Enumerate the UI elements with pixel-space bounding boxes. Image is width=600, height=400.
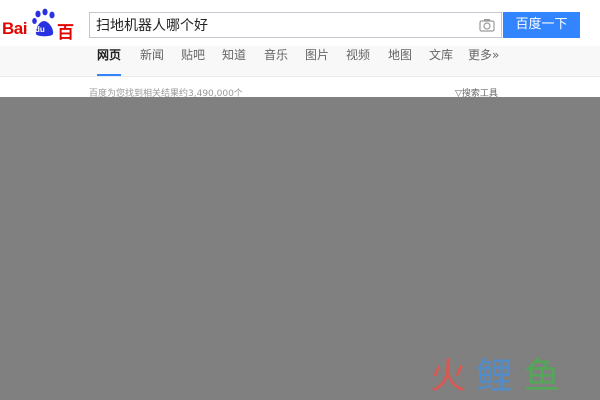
search-button[interactable]: 百度一下 xyxy=(503,12,580,38)
tab-web[interactable]: 网页 xyxy=(97,46,122,76)
logo-paw-text: du xyxy=(35,25,45,34)
tab-music[interactable]: 音乐 xyxy=(264,46,288,74)
tab-news[interactable]: 新闻 xyxy=(140,46,164,74)
svg-text:鲤: 鲤 xyxy=(476,356,512,396)
tab-more[interactable]: 更多» xyxy=(468,46,499,74)
tab-zhidao[interactable]: 知道 xyxy=(222,46,246,74)
tab-images[interactable]: 图片 xyxy=(305,46,329,74)
search-input[interactable] xyxy=(90,13,470,37)
baidu-logo[interactable]: Bai du 百度 xyxy=(2,6,86,68)
tab-video[interactable]: 视频 xyxy=(346,46,370,74)
tab-wenku[interactable]: 文库 xyxy=(429,46,453,74)
logo-latin-text: Bai xyxy=(2,19,27,38)
search-box[interactable] xyxy=(89,12,502,38)
nav-bar: 网页 新闻 贴吧 知道 音乐 图片 视频 地图 文库 更多» xyxy=(0,46,600,77)
tab-map[interactable]: 地图 xyxy=(388,46,412,74)
watermark-logo: 火 鲤 鱼 xyxy=(430,356,560,396)
svg-text:鱼: 鱼 xyxy=(524,356,560,396)
tab-tieba[interactable]: 贴吧 xyxy=(181,46,205,74)
camera-icon[interactable] xyxy=(479,18,495,32)
svg-text:火: 火 xyxy=(430,356,466,396)
